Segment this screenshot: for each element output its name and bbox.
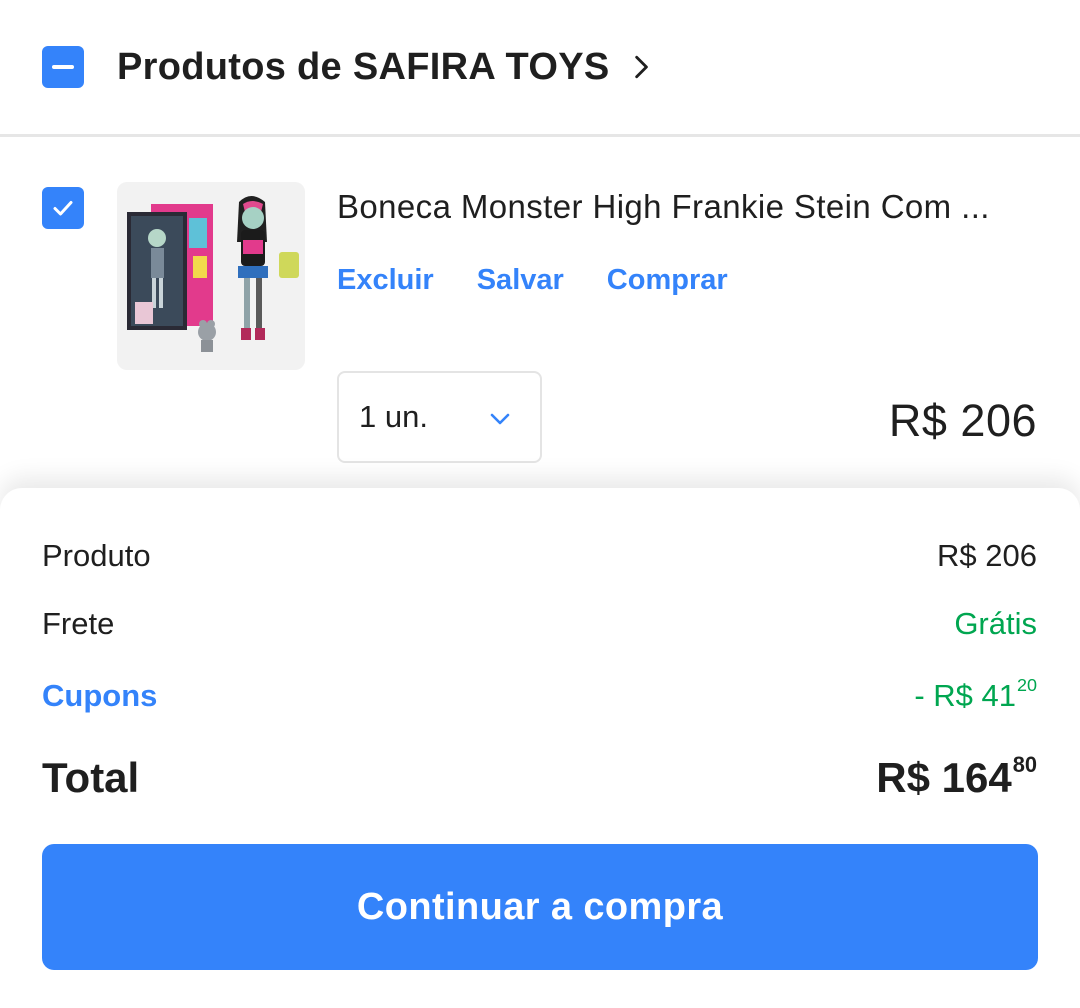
buy-now-link[interactable]: Comprar	[607, 264, 728, 297]
item-price: R$ 206	[888, 395, 1037, 446]
item-checkbox[interactable]	[42, 187, 84, 229]
total-value-cents: 80	[1012, 752, 1037, 777]
seller-title[interactable]: Produtos de SAFIRA TOYS	[117, 46, 610, 89]
coupons-link[interactable]: Cupons	[42, 678, 157, 714]
checkmark-icon	[53, 201, 73, 216]
chevron-right-icon[interactable]	[628, 54, 654, 80]
shipping-value: Grátis	[954, 606, 1037, 641]
summary-row-product: Produto R$ 206	[42, 538, 1037, 574]
coupons-discount-cents: 20	[1017, 675, 1037, 695]
total-value: R$ 16480	[876, 752, 1037, 802]
minus-icon	[52, 65, 74, 69]
coupons-discount-main: - R$ 41	[914, 678, 1016, 713]
doll-box-illustration	[127, 196, 299, 352]
product-image[interactable]	[117, 182, 305, 370]
item-title[interactable]: Boneca Monster High Frankie Stein Com ..…	[337, 188, 1037, 226]
summary-row-total: Total R$ 16480	[42, 752, 1037, 802]
delete-link[interactable]: Excluir	[337, 264, 434, 297]
total-label: Total	[42, 754, 140, 801]
quantity-value: 1 un.	[359, 399, 428, 434]
seller-select-all-checkbox[interactable]	[42, 46, 84, 88]
seller-header: Produtos de SAFIRA TOYS	[0, 0, 1080, 137]
continue-purchase-button[interactable]: Continuar a compra	[42, 844, 1038, 970]
coupons-discount: - R$ 4120	[914, 675, 1037, 714]
cart-page: Produtos de SAFIRA TOYS Boneca Monster H…	[0, 0, 1080, 1008]
quantity-select[interactable]: 1 un.	[337, 371, 542, 463]
shipping-label: Frete	[42, 606, 115, 641]
product-value: R$ 206	[937, 538, 1037, 573]
save-for-later-link[interactable]: Salvar	[477, 264, 564, 297]
summary-row-shipping: Frete Grátis	[42, 606, 1037, 642]
item-actions: Excluir Salvar Comprar	[337, 264, 728, 297]
product-label: Produto	[42, 538, 151, 573]
order-summary: Produto R$ 206 Frete Grátis Cupons - R$ …	[0, 488, 1080, 1008]
chevron-down-icon	[490, 413, 510, 425]
total-value-main: R$ 164	[876, 754, 1012, 801]
summary-row-coupons: Cupons - R$ 4120	[42, 675, 1037, 714]
cart-item: Boneca Monster High Frankie Stein Com ..…	[0, 140, 1080, 490]
